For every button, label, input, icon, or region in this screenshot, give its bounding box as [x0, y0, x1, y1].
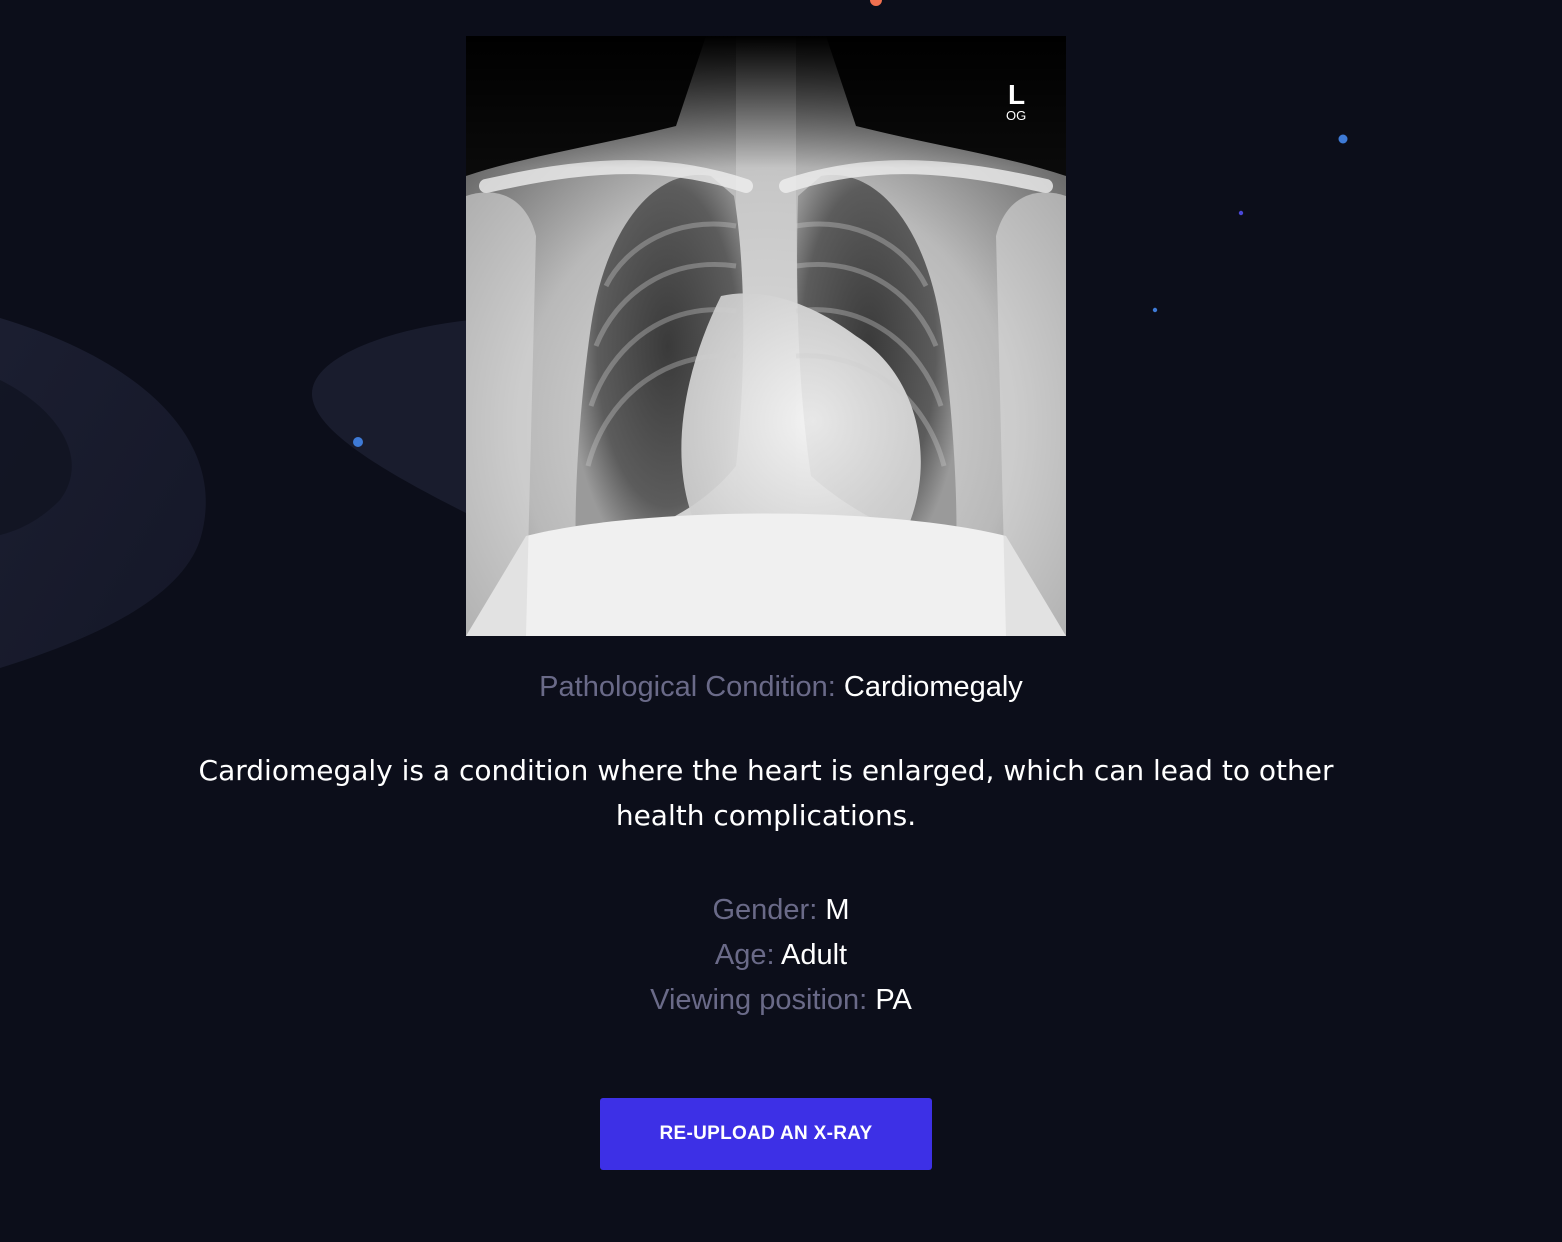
blue-dot [1338, 134, 1348, 144]
gender-label: Gender: [712, 894, 818, 926]
blue-dot [1152, 307, 1158, 313]
xray-side-marker: L [1008, 79, 1025, 110]
chest-xray-illustration: L OG [466, 36, 1066, 636]
results-page: L OG Pathological Condition: Cardiomegal… [0, 0, 1562, 1242]
condition-description: Cardiomegaly is a condition where the he… [198, 754, 1334, 832]
gender-row: Gender: M [0, 888, 1562, 933]
age-row: Age: Adult [0, 933, 1562, 978]
xray-marker-subtext: OG [1006, 108, 1026, 123]
viewing-position-label: Viewing position: [650, 984, 868, 1016]
age-label: Age: [714, 939, 775, 971]
condition-result: Pathological Condition: Cardiomegaly [0, 668, 1562, 706]
reupload-xray-button[interactable]: RE-UPLOAD AN X-RAY [600, 1098, 932, 1170]
gender-value: M [825, 894, 850, 926]
patient-metadata: Gender: M Age: Adult Viewing position: P… [0, 888, 1562, 1023]
orange-dot [870, 0, 882, 6]
viewing-position-row: Viewing position: PA [0, 978, 1562, 1023]
background-orbit [311, 320, 470, 515]
blue-dot [1238, 210, 1244, 216]
background-swoosh-inner [0, 380, 72, 535]
age-value: Adult [781, 939, 848, 971]
condition-value: Cardiomegaly [843, 671, 1023, 703]
xray-image: L OG [466, 36, 1066, 636]
background-swoosh [0, 318, 206, 668]
blue-dot [353, 437, 363, 447]
condition-label: Pathological Condition: [539, 671, 836, 703]
viewing-position-value: PA [875, 984, 912, 1016]
